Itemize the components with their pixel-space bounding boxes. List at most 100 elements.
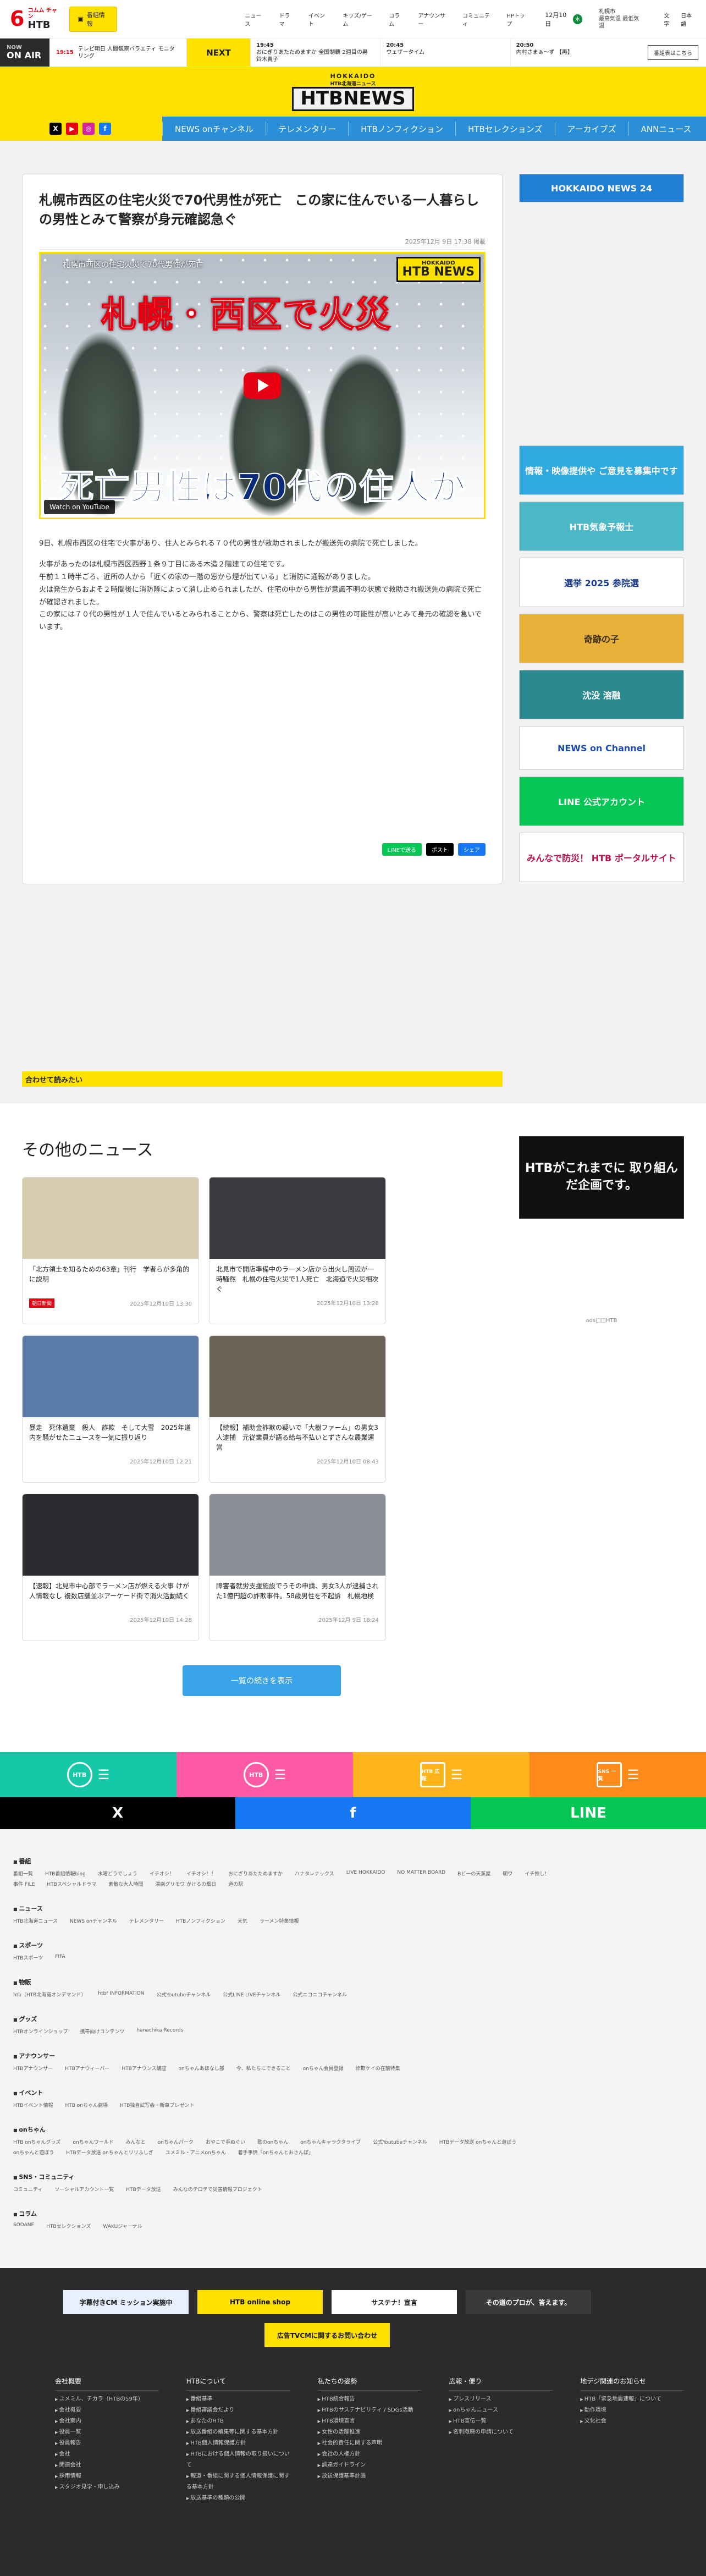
sitemap-link[interactable]: 公式Youtubeチャンネル: [156, 1991, 211, 1998]
sitemap-link[interactable]: onちゃんワールド: [73, 2138, 114, 2145]
footer-link[interactable]: 採用情報: [55, 2471, 159, 2482]
sitemap-link[interactable]: 着手事情「onちゃんとおさんぽ」: [238, 2149, 313, 2156]
footer-link[interactable]: onちゃんニュース: [449, 2405, 553, 2416]
footer-link[interactable]: 会社: [55, 2449, 159, 2460]
footer-link[interactable]: 名刺撤廃の申請について: [449, 2427, 553, 2438]
sitemap-link[interactable]: onちゃんキャラクタライブ: [300, 2138, 361, 2145]
sitemap-link[interactable]: FIFA: [55, 1954, 65, 1961]
sitemap-link[interactable]: onちゃんあほなし部: [179, 2065, 224, 2072]
footer-banner[interactable]: その道のプロが、答えます。: [466, 2290, 591, 2314]
footer-banner[interactable]: 字幕付きCM ミッション実施中: [63, 2290, 189, 2314]
footer-banner[interactable]: サステナ！宣言: [332, 2290, 457, 2314]
sitemap-link[interactable]: HTBノンフィクション: [176, 1917, 225, 1924]
sitemap-link[interactable]: HTBセレクションズ: [46, 2222, 91, 2230]
x-share-icon[interactable]: X: [0, 1797, 235, 1829]
sitemap-link[interactable]: HTBアナウィーバー: [65, 2065, 109, 2072]
footer-link[interactable]: HTB統合報告: [318, 2394, 422, 2405]
onair-current-program[interactable]: 19:15 テレビ朝日 人間観察バラエティ モニタリング: [49, 38, 187, 67]
footer-link[interactable]: HTBにおける個人情報の取り扱いについて: [186, 2449, 290, 2471]
sitemap-link[interactable]: HTBオンラインショップ: [13, 2028, 68, 2035]
sidebar-banner[interactable]: 奇跡の子: [519, 614, 684, 663]
footer-link[interactable]: あなたのHTB: [186, 2416, 290, 2427]
sitemap-link[interactable]: HTBイベント情報: [13, 2101, 53, 2109]
sidebar-banner[interactable]: NEWS on Channel: [519, 726, 684, 770]
sitemap-link[interactable]: onちゃんと遊ぼう: [13, 2149, 54, 2156]
sitemap-link[interactable]: コミュニティ: [13, 2186, 42, 2193]
sitemap-link[interactable]: HTBアナウンサー: [13, 2065, 53, 2072]
news-card[interactable]: 【速報】北見市中心部でラーメン店が燃える火事 けが人情報なし 複数店舗並ぶアーケ…: [22, 1494, 199, 1641]
footer-link[interactable]: スタジオ見学・申し込み: [55, 2482, 159, 2493]
program-guide-button[interactable]: 番組表はこちら: [648, 45, 698, 60]
sitemap-link[interactable]: HTB onちゃんグッズ: [13, 2138, 61, 2145]
top-nav-item[interactable]: HPトップ: [506, 11, 528, 27]
footer-link[interactable]: ユメミル、チカラ（HTBの59年）: [55, 2394, 159, 2405]
next-program-item[interactable]: 19:45 おにぎりあたためますか 全国制覇 2週目の男 鈴木貴子: [250, 38, 380, 67]
footer-banner[interactable]: HTB online shop: [197, 2290, 323, 2314]
footer-link[interactable]: 会社の人権方針: [318, 2449, 422, 2460]
sidebar-banner[interactable]: HTB気象予報士: [519, 502, 684, 551]
top-nav-item[interactable]: アナウンサー: [418, 11, 448, 27]
footer-link[interactable]: 女性の活躍推進: [318, 2427, 422, 2438]
sitemap-link[interactable]: HTBアナウンス講座: [122, 2065, 166, 2072]
sitemap-link[interactable]: イチ推し！: [525, 1870, 549, 1877]
sitemap-link[interactable]: SODANE: [13, 2222, 34, 2230]
footer-link[interactable]: HTB個人情報保護方針: [186, 2438, 290, 2449]
language-button[interactable]: 日本語: [681, 11, 696, 27]
news-card[interactable]: 北見市で開店準備中のラーメン店から出火し周辺が一時騒然 札幌の住宅火災で1人死亡…: [209, 1177, 386, 1324]
strip-item-2[interactable]: HTB ☰: [176, 1752, 353, 1797]
sidebar-banner[interactable]: 情報・映像提供や ご意見を募集中です: [519, 445, 684, 495]
facebook-share-icon[interactable]: f: [235, 1797, 471, 1829]
sidebar-banner[interactable]: LINE 公式アカウント: [519, 777, 684, 826]
sitemap-link[interactable]: onちゃんパーク: [158, 2138, 194, 2145]
sitemap-link[interactable]: NEWS onチャンネル: [70, 1917, 117, 1924]
line-share-icon[interactable]: LINE: [471, 1797, 706, 1829]
facebook-share-button[interactable]: シェア: [458, 843, 486, 856]
sitemap-link[interactable]: 道の駅: [228, 1880, 243, 1887]
footer-link[interactable]: 社会的責任に関する声明: [318, 2438, 422, 2449]
sitemap-link[interactable]: 携帯向けコンテンツ: [80, 2028, 124, 2035]
text-size-button[interactable]: 文字: [664, 11, 675, 27]
subnav-item[interactable]: テレメンタリー: [266, 122, 348, 136]
tv-program-button[interactable]: ▣ 番組情報: [69, 6, 118, 32]
sitemap-link[interactable]: onちゃん会員登録: [303, 2065, 344, 2072]
sitemap-link[interactable]: おにぎりあたためますか: [228, 1870, 283, 1877]
play-icon[interactable]: [244, 372, 281, 399]
sitemap-link[interactable]: ソーシャルアカウント一覧: [54, 2186, 114, 2193]
sitemap-link[interactable]: イチオシ！！: [186, 1870, 216, 1877]
sitemap-link[interactable]: 番組一覧: [13, 1870, 33, 1877]
sidebar-banner[interactable]: 選挙 2025 参院選: [519, 558, 684, 607]
htb-news-logo[interactable]: HOKKAIDO HTB北海道ニュース HTBNEWS: [292, 73, 414, 111]
load-more-button[interactable]: 一覧の続きを表示: [183, 1665, 341, 1696]
facebook-icon[interactable]: f: [99, 123, 111, 135]
sitemap-link[interactable]: 公式Youtubeチャンネル: [373, 2138, 427, 2145]
sitemap-link[interactable]: HTB番組情報blog: [45, 1870, 86, 1877]
top-nav-item[interactable]: ドラマ: [279, 11, 294, 27]
footer-link[interactable]: 放送基準の種類の公開: [186, 2493, 290, 2504]
subnav-item[interactable]: アーカイブズ: [554, 122, 628, 136]
footer-link[interactable]: 会社案内: [55, 2416, 159, 2427]
footer-link[interactable]: 関連会社: [55, 2460, 159, 2471]
sitemap-link[interactable]: 今、私たちにできること: [236, 2065, 291, 2072]
sitemap-link[interactable]: ハナタレナックス: [295, 1870, 334, 1877]
subnav-item[interactable]: HTBノンフィクション: [348, 122, 455, 136]
top-nav-item[interactable]: イベント: [308, 11, 329, 27]
sitemap-link[interactable]: HTBデータ放送 onちゃんと遊ぼう: [439, 2138, 517, 2145]
sidebar-banner[interactable]: みんなで防災！ HTB ポータルサイト: [519, 833, 684, 882]
footer-link[interactable]: 会社概要: [55, 2405, 159, 2416]
sitemap-link[interactable]: NO MATTER BOARD: [397, 1870, 445, 1877]
footer-link[interactable]: 番組審議会だより: [186, 2405, 290, 2416]
sitemap-link[interactable]: 歌のonちゃん: [257, 2138, 288, 2145]
watch-on-youtube-button[interactable]: Watch on YouTube: [44, 499, 115, 514]
footer-link[interactable]: 役員報告: [55, 2438, 159, 2449]
sitemap-link[interactable]: 素敵な大人時間: [108, 1880, 143, 1887]
sitemap-link[interactable]: HTBデータ放送: [126, 2186, 161, 2193]
sitemap-link[interactable]: HTBスポーツ: [13, 1954, 43, 1961]
sitemap-link[interactable]: HTB独自試写会・新車プレゼント: [120, 2101, 194, 2109]
htb-logo[interactable]: 6 コムム チャン HTB: [10, 8, 59, 31]
line-share-button[interactable]: LINEで送る: [382, 843, 422, 856]
news-card[interactable]: 障害者就労支援施設でうその申請、男女3人が逮捕された1億円超の詐欺事件。58歳男…: [209, 1494, 386, 1641]
next-program-item[interactable]: 20:50 内村さまぁ～ず 【再】: [510, 38, 640, 67]
strip-item-4[interactable]: SNS 一覧 ☰: [530, 1752, 706, 1797]
sitemap-link[interactable]: LIVE HOKKAIDO: [346, 1870, 385, 1877]
top-nav-item[interactable]: コミュニティ: [462, 11, 492, 27]
